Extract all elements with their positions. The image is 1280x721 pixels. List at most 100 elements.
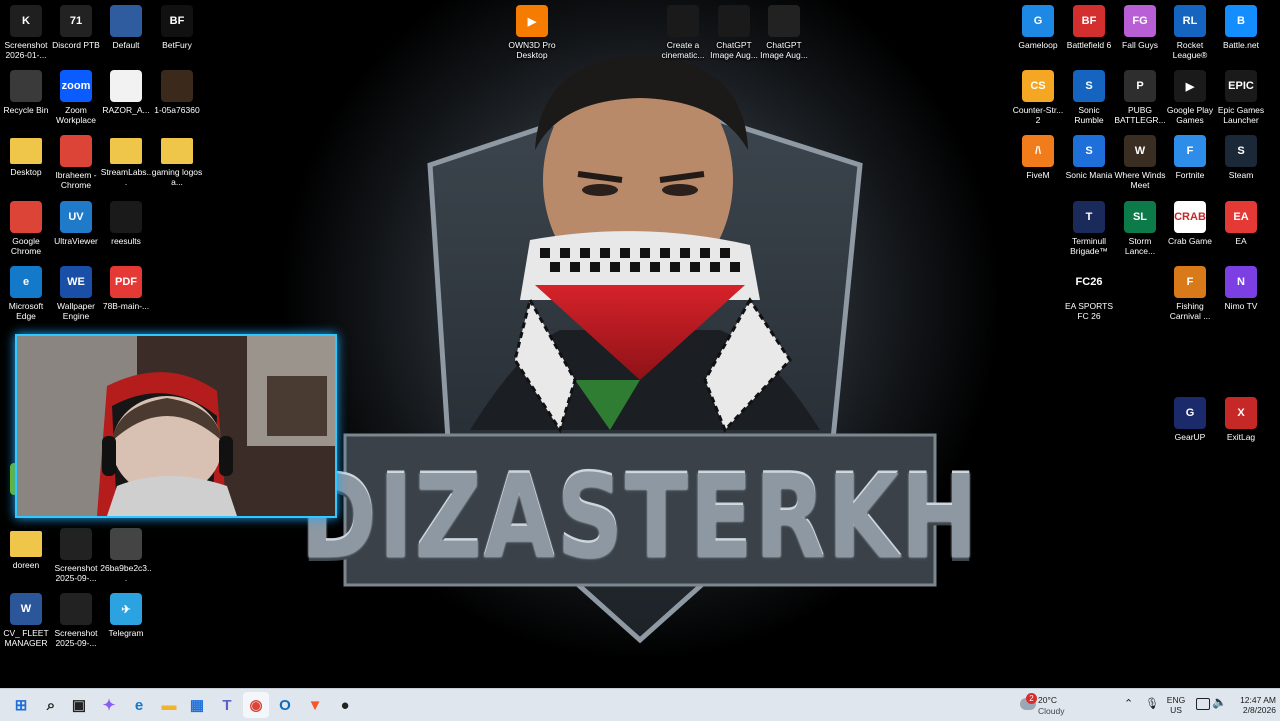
search-button[interactable]: ⌕: [38, 692, 64, 718]
desktop-icon[interactable]: Ibraheem - Chrome: [50, 135, 102, 190]
clock[interactable]: 12:47 AM 2/8/2026: [1226, 695, 1276, 715]
desktop-icon[interactable]: CRAB Crab Game: [1164, 201, 1216, 246]
desktop-icon-label: Nimo TV: [1224, 301, 1258, 311]
weather-widget[interactable]: 2 20°C Cloudy: [1018, 692, 1078, 718]
edge-button[interactable]: e: [126, 692, 152, 718]
desktop-icon[interactable]: SL Storm Lance...: [1114, 201, 1166, 256]
where-winds-meet-icon: W: [1124, 135, 1156, 167]
desktop-icon[interactable]: S Sonic Rumble: [1063, 70, 1115, 125]
desktop-icon-label: 26ba9be2c3...: [100, 563, 152, 583]
desktop-icon[interactable]: Screenshot 2025-09-...: [50, 593, 102, 648]
desktop-icon-label: Crab Game: [1168, 236, 1212, 246]
desktop[interactable]: DIZASTERKH K Screenshot 2026-01-... 71 Disc…: [0, 0, 1280, 688]
icon-glyph: UV: [68, 211, 84, 223]
fivem-icon: /\: [1022, 135, 1054, 167]
obs-button[interactable]: ●: [332, 692, 358, 718]
desktop-icon[interactable]: ✈ Telegram: [100, 593, 152, 638]
desktop-icon[interactable]: Create a cinematic...: [657, 5, 709, 60]
taskbar: ⊞ ⌕ ▣ ✦ e ▬ ▦ T ◉ O ▼ ● 2 20°C Cloudy ⌃ 🎙 ENG US 🔈 …: [0, 688, 1280, 721]
desktop-icon[interactable]: RAZOR_A...: [100, 70, 152, 115]
desktop-icon[interactable]: /\ FiveM: [1012, 135, 1064, 180]
desktop-icon[interactable]: Screenshot 2025-09-...: [50, 528, 102, 583]
ea-fc-icon: FC26: [1073, 266, 1105, 298]
desktop-icon[interactable]: BF BetFury: [151, 5, 203, 50]
desktop-icon-label: ChatGPT Image Aug...: [710, 40, 758, 60]
desktop-icon[interactable]: N Nimo TV: [1215, 266, 1267, 311]
desktop-icon[interactable]: Default: [100, 5, 152, 50]
volume-icon[interactable]: 🔈: [1212, 695, 1227, 709]
desktop-icon[interactable]: F Fortnite: [1164, 135, 1216, 180]
icon-glyph: ✈: [121, 603, 131, 616]
desktop-icon[interactable]: BF Battlefield 6: [1063, 5, 1115, 50]
desktop-icon-label: Counter-Str... 2: [1012, 105, 1064, 125]
store-button[interactable]: ▦: [184, 692, 210, 718]
desktop-icon[interactable]: gaming logos a...: [151, 135, 203, 187]
desktop-icon[interactable]: e Microsoft Edge: [0, 266, 52, 321]
desktop-icon[interactable]: PDF 78B-main-...: [100, 266, 152, 311]
file-explorer-button[interactable]: ▬: [156, 692, 182, 718]
desktop-icon[interactable]: EPIC Epic Games Launcher: [1215, 70, 1267, 125]
desktop-icon-label: Recycle Bin: [3, 105, 49, 115]
icon-glyph: G: [1033, 15, 1043, 27]
desktop-icon[interactable]: 71 Discord PTB: [50, 5, 102, 50]
desktop-icon[interactable]: W CV_ FLEET MANAGER: [0, 593, 52, 648]
desktop-icon[interactable]: ▶ OWN3D Pro Desktop: [506, 5, 558, 60]
desktop-icon[interactable]: Recycle Bin: [0, 70, 52, 115]
desktop-icon[interactable]: RL Rocket League®: [1164, 5, 1216, 60]
chrome-button[interactable]: ◉: [243, 692, 269, 718]
desktop-icon-label: Default: [112, 40, 140, 50]
desktop-icon[interactable]: reesults: [100, 201, 152, 246]
desktop-icon[interactable]: FC26 EA SPORTS FC 26: [1063, 266, 1115, 321]
copilot-button[interactable]: ✦: [96, 692, 122, 718]
desktop-icon[interactable]: X ExitLag: [1215, 397, 1267, 442]
outlook-icon: O: [279, 696, 291, 714]
desktop-icon[interactable]: Google Chrome: [0, 201, 52, 256]
network-icon[interactable]: [1196, 698, 1210, 710]
icon-glyph: BF: [169, 15, 185, 27]
microphone-icon[interactable]: 🎙: [1145, 697, 1159, 710]
desktop-icon[interactable]: ChatGPT Image Aug...: [708, 5, 760, 60]
desktop-icon[interactable]: T Terminull Brigade™: [1063, 201, 1115, 256]
outlook-button[interactable]: O: [272, 692, 298, 718]
icon-glyph: FC26: [1075, 276, 1103, 288]
desktop-icon[interactable]: 26ba9be2c3...: [100, 528, 152, 583]
language-indicator[interactable]: ENG US: [1166, 695, 1186, 715]
icon-glyph: P: [1136, 80, 1144, 92]
icon-glyph: ▶: [527, 15, 537, 28]
desktop-icon[interactable]: UV UltraViewer: [50, 201, 102, 246]
brave-button[interactable]: ▼: [302, 692, 328, 718]
start-button[interactable]: ⊞: [8, 692, 34, 718]
desktop-icon[interactable]: F Fishing Carnival ...: [1164, 266, 1216, 321]
desktop-icon[interactable]: EA EA: [1215, 201, 1267, 246]
weather-alert-badge: 2: [1026, 693, 1037, 704]
desktop-icon[interactable]: G Gameloop: [1012, 5, 1064, 50]
desktop-icon[interactable]: G GearUP: [1164, 397, 1216, 442]
webcam-overlay[interactable]: [15, 334, 337, 518]
desktop-icon[interactable]: ▶ Google Play Games: [1164, 70, 1216, 125]
desktop-icon[interactable]: S Steam: [1215, 135, 1267, 180]
desktop-icon-label: PUBG BATTLEGR...: [1114, 105, 1166, 125]
desktop-icon[interactable]: StreamLabs...: [100, 135, 152, 187]
desktop-icon[interactable]: 1-05a76360: [151, 70, 203, 115]
desktop-icon[interactable]: ChatGPT Image Aug...: [758, 5, 810, 60]
desktop-icon[interactable]: zoom Zoom Workplace: [50, 70, 102, 125]
chevron-up-icon[interactable]: ⌃: [1124, 697, 1133, 710]
desktop-icon-label: doreen: [12, 560, 40, 570]
desktop-icon[interactable]: W Where Winds Meet: [1114, 135, 1166, 190]
icon-glyph: S: [1237, 145, 1245, 157]
icon-glyph: N: [1237, 276, 1245, 288]
desktop-icon[interactable]: CS Counter-Str... 2: [1012, 70, 1064, 125]
desktop-icon[interactable]: doreen: [0, 528, 52, 570]
image-icon: [667, 5, 699, 37]
desktop-icon[interactable]: FG Fall Guys: [1114, 5, 1166, 50]
desktop-icon-label: EA: [1235, 236, 1247, 246]
desktop-icon[interactable]: B Battle.net: [1215, 5, 1267, 50]
desktop-icon[interactable]: Desktop: [0, 135, 52, 177]
desktop-icon-label: 78B-main-...: [102, 301, 150, 311]
desktop-icon[interactable]: WE Wallpaper Engine: [50, 266, 102, 321]
desktop-icon[interactable]: P PUBG BATTLEGR...: [1114, 70, 1166, 125]
teams-button[interactable]: T: [214, 692, 240, 718]
desktop-icon[interactable]: K Screenshot 2026-01-...: [0, 5, 52, 60]
task-view-button[interactable]: ▣: [66, 692, 92, 718]
desktop-icon[interactable]: S Sonic Mania: [1063, 135, 1115, 180]
